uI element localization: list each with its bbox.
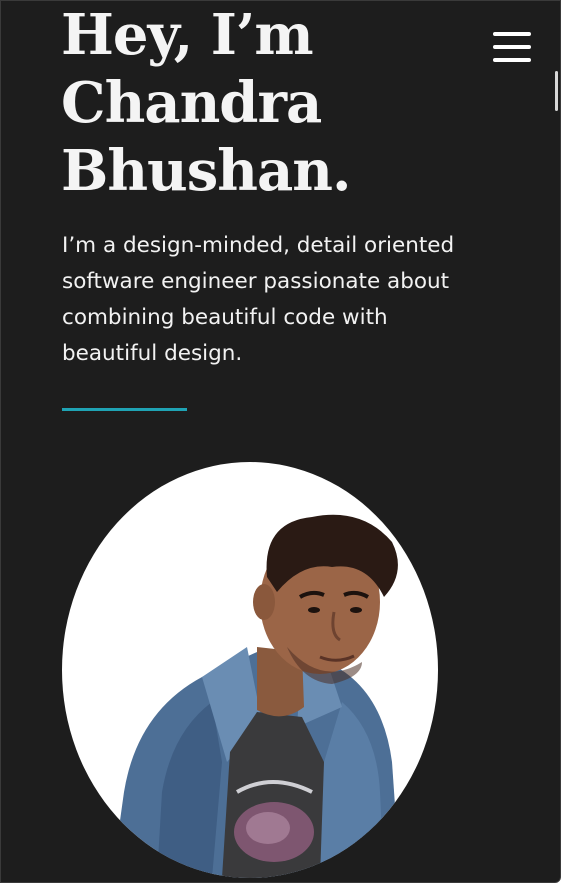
hero-title-line-1: Hey, I’m xyxy=(61,2,314,68)
intro-line: combining beautiful code with xyxy=(62,305,388,330)
intro-line: software engineer passionate about xyxy=(62,269,450,294)
hamburger-menu-icon-bar xyxy=(493,58,531,62)
intro-line: I’m a design-minded, detail oriented xyxy=(62,233,455,258)
page-viewport: Hey, I’m Chandra Bhushan. I’m a design-m… xyxy=(0,0,561,883)
intro-paragraph: I’m a design-minded, detail oriented sof… xyxy=(62,228,532,372)
profile-photo-illustration xyxy=(112,514,400,878)
accent-divider xyxy=(62,408,187,411)
profile-photo xyxy=(62,462,438,878)
hero-title-line-3: Bhushan. xyxy=(61,138,352,204)
scrollbar-thumb[interactable] xyxy=(555,71,558,111)
hamburger-menu-icon xyxy=(493,32,531,36)
hero-title: Hey, I’m Chandra Bhushan. xyxy=(61,1,421,205)
hamburger-menu-button[interactable] xyxy=(488,29,534,69)
hamburger-menu-icon-bar xyxy=(493,45,531,49)
intro-line: beautiful design. xyxy=(62,341,243,366)
hero-title-line-2: Chandra xyxy=(61,70,322,136)
